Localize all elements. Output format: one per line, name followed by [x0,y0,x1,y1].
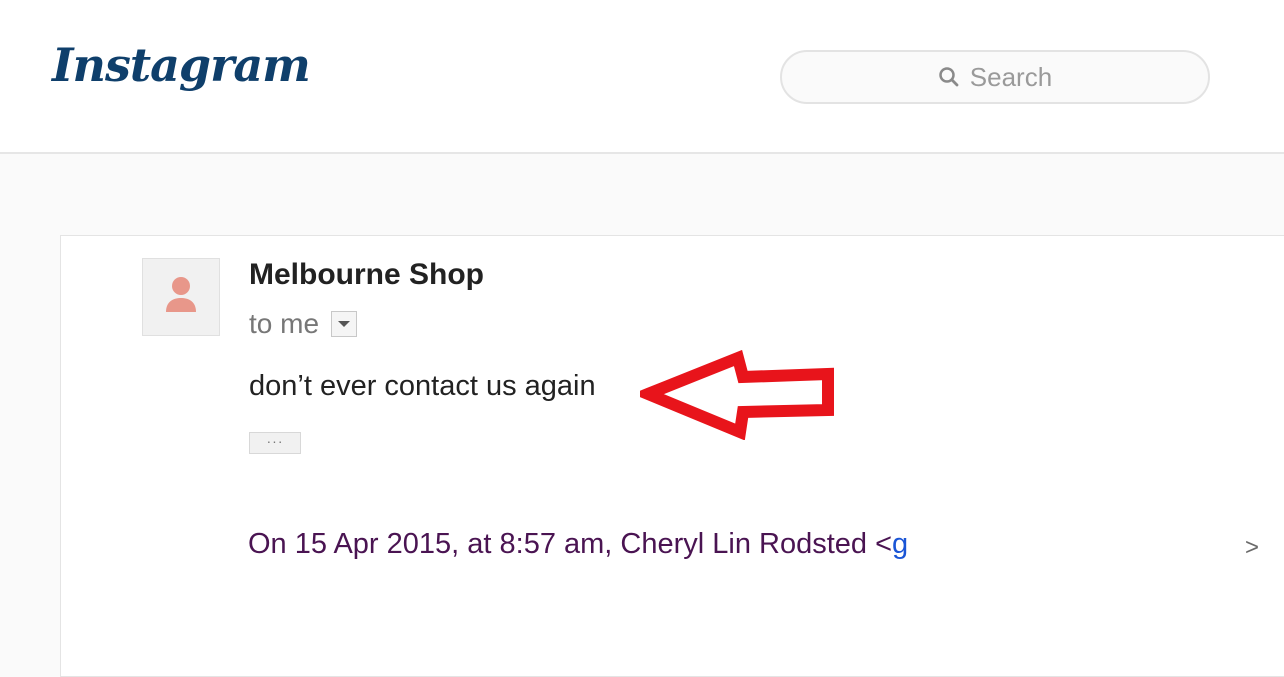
recipient-label: to me [249,308,320,339]
search-input[interactable]: Search [970,62,1052,93]
quoted-message-header: On 15 Apr 2015, at 8:57 am, Cheryl Lin R… [248,528,954,561]
avatar [142,258,220,336]
recipient-row: to me [249,308,358,340]
search-icon [939,67,959,87]
recipient-details-dropdown[interactable] [331,311,358,337]
left-arrow-annotation-icon [640,350,834,440]
sender-name: Melbourne Shop [249,258,484,291]
message-body: don’t ever contact us again [249,370,596,402]
search-box[interactable]: Search [780,50,1210,104]
email-message-card: Melbourne Shop to me don’t ever contact … [60,235,1284,677]
caret-down-icon [338,321,351,327]
quoted-message-close-bracket: > [1245,534,1260,561]
quoted-message-attribution: On 15 Apr 2015, at 8:57 am, Cheryl Lin R… [248,528,893,560]
show-trimmed-content-button[interactable]: ··· [249,432,301,454]
sender-email-link[interactable]: g [892,528,908,560]
instagram-logo[interactable]: Instagram [52,38,311,92]
person-icon [166,277,196,312]
top-bar: Instagram Search [0,0,1284,154]
